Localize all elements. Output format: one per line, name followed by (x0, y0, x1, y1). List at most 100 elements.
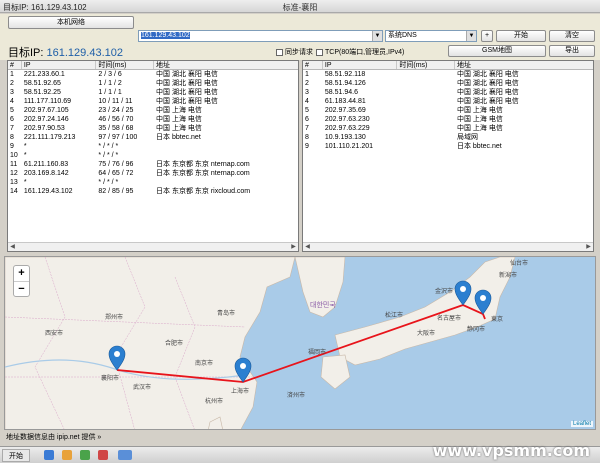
table-cell: 4 (305, 98, 309, 105)
table-row[interactable]: 13 * * / * / * (8, 178, 298, 187)
checkbox-box[interactable] (316, 48, 323, 56)
table-cell: 中国 上海 电信 (456, 116, 503, 123)
city-label: 新潟市 (499, 271, 517, 279)
table-cell: 5 (10, 107, 14, 114)
table-cell: 58.51.92.65 (23, 80, 61, 87)
table-cell: 13 (10, 179, 18, 186)
table-row[interactable]: 12 203.169.8.142 64 / 65 / 72 日本 东京都 东京 nte… (8, 169, 298, 178)
table-cell (397, 115, 455, 124)
table-cell: 10.9.193.130 (324, 134, 366, 141)
table-cell (154, 178, 298, 187)
clear-button[interactable]: 清空 (549, 30, 595, 42)
zoom-in-button[interactable]: + (14, 266, 29, 281)
table-cell: 日本 东京都 东京 rixcloud.com (156, 188, 251, 195)
table-cell: 局域网 (456, 134, 478, 141)
column-header[interactable]: # (303, 61, 323, 69)
table-cell: 12 (10, 170, 18, 177)
table-row[interactable]: 9 101.110.21.201 日本 bbtec.net (303, 142, 593, 151)
local-network-button[interactable]: 本机网络 (8, 16, 134, 29)
chevron-right-icon[interactable]: ▶ (584, 243, 593, 251)
title-bar: 目标IP: 161.129.43.102 标准-襄阳 (0, 0, 600, 13)
gsm-map-button[interactable]: GSM地图 (448, 45, 546, 57)
table-row[interactable]: 6 202.97.24.146 46 / 56 / 70 中国 上海 电信 (8, 115, 298, 124)
table-row[interactable]: 11 61.211.160.83 75 / 76 / 96 日本 东京都 东京 nte… (8, 160, 298, 169)
sync-request-checkbox[interactable]: 同步请求 (276, 47, 313, 57)
column-header[interactable]: IP (22, 61, 97, 69)
column-header[interactable]: 地址 (455, 61, 593, 69)
table-cell: 203.169.8.142 (23, 170, 69, 177)
zoom-out-button[interactable]: − (14, 281, 29, 296)
chevron-right-icon[interactable]: ▶ (289, 243, 298, 251)
horizontal-scrollbar[interactable]: ◀ ▶ (303, 242, 593, 251)
table-cell: 7 (305, 125, 309, 132)
add-button[interactable]: + (481, 30, 493, 42)
table-cell: 161.129.43.102 (23, 188, 73, 195)
table-row[interactable]: 9 * * / * / * (8, 142, 298, 151)
table-cell (397, 70, 455, 79)
table-cell: 202.97.63.230 (324, 116, 370, 123)
table-row[interactable]: 10 * * / * / * (8, 151, 298, 160)
table-cell (397, 97, 455, 106)
table-header: # IP 时间(ms) 地址 (8, 61, 298, 70)
zoom-control: + − (13, 265, 30, 297)
table-row[interactable]: 1 58.51.92.118 中国 湖北 襄阳 电信 (303, 70, 593, 79)
table-cell: 2 (305, 80, 309, 87)
table-cell (397, 79, 455, 88)
chevron-down-icon[interactable]: ▼ (466, 31, 476, 41)
map-attribution[interactable]: Leaflet (570, 421, 593, 427)
table-row[interactable]: 2 58.51.92.65 1 / 1 / 2 中国 湖北 襄阳 电信 (8, 79, 298, 88)
column-header[interactable]: # (8, 61, 22, 69)
export-button[interactable]: 导出 (549, 45, 595, 57)
table-row[interactable]: 5 202.97.67.105 23 / 24 / 25 中国 上海 电信 (8, 106, 298, 115)
start-button[interactable]: 开始 (496, 30, 546, 42)
column-header[interactable]: 时间(ms) (96, 61, 155, 69)
table-row[interactable]: 7 202.97.90.53 35 / 58 / 68 中国 上海 电信 (8, 124, 298, 133)
table-row[interactable]: 6 202.97.63.230 中国 上海 电信 (303, 115, 593, 124)
dns-select[interactable]: 系统DNS ▼ (385, 30, 477, 42)
table-row[interactable]: 3 58.51.92.25 1 / 1 / 1 中国 湖北 襄阳 电信 (8, 88, 298, 97)
table-row[interactable]: 8 221.111.179.213 97 / 97 / 100 日本 bbtec.ne… (8, 133, 298, 142)
table-cell: 8 (305, 134, 309, 141)
table-row[interactable]: 4 111.177.110.69 10 / 11 / 11 中国 湖北 襄阳 电信 (8, 97, 298, 106)
horizontal-scrollbar[interactable]: ◀ ▶ (8, 242, 298, 251)
table-row[interactable]: 14 161.129.43.102 82 / 85 / 95 日本 东京都 东京 ri… (8, 187, 298, 196)
folder-icon[interactable] (62, 450, 72, 460)
table-row[interactable]: 7 202.97.63.229 中国 上海 电信 (303, 124, 593, 133)
table-cell: 中国 湖北 襄阳 电信 (456, 80, 519, 87)
table-row[interactable]: 2 58.51.94.126 中国 湖北 襄阳 电信 (303, 79, 593, 88)
start-menu-button[interactable]: 开始 (2, 449, 30, 462)
table-cell: 75 / 76 / 96 (98, 161, 134, 168)
land-china (5, 257, 296, 429)
table-row[interactable]: 3 58.51.94.6 中国 湖北 襄阳 电信 (303, 88, 593, 97)
chevron-left-icon[interactable]: ◀ (8, 243, 17, 251)
column-header[interactable]: 时间(ms) (397, 61, 455, 69)
app-icon[interactable] (98, 450, 108, 460)
explorer-icon[interactable] (44, 450, 54, 460)
city-label: 合肥市 (165, 339, 183, 347)
tcp-checkbox[interactable]: TCP(80端口,管理员,IPv4) (316, 47, 404, 57)
table-row[interactable]: 8 10.9.193.130 局域网 (303, 133, 593, 142)
besttrace-task-icon[interactable] (118, 450, 132, 460)
column-header[interactable]: IP (323, 61, 398, 69)
checkbox-box[interactable] (276, 48, 283, 56)
table-cell: 58.51.92.118 (324, 71, 366, 78)
route-map[interactable]: 襄阳市 武汉市 南京市 上海市 杭州市 青岛市 合肥市 郑州市 西安市 대한민국… (4, 256, 596, 430)
watermark: www.vpsmm.com (432, 441, 590, 460)
table-cell: 中国 湖北 襄阳 电信 (156, 89, 218, 96)
address-input[interactable]: 161.129.43.102 ▼ (138, 30, 383, 42)
table-row[interactable]: 4 61.183.44.81 中国 湖北 襄阳 电信 (303, 97, 593, 106)
table-row[interactable]: 1 221.233.60.1 2 / 3 / 6 中国 湖北 襄阳 电信 (8, 70, 298, 79)
table-cell: 中国 上海 电信 (156, 116, 202, 123)
target-ip-label: 目标IP: (8, 47, 44, 59)
table-row[interactable]: 5 202.97.35.69 中国 上海 电信 (303, 106, 593, 115)
chevron-down-icon[interactable]: ▼ (372, 31, 382, 41)
city-label: 南京市 (195, 359, 213, 367)
table-header: # IP 时间(ms) 地址 (303, 61, 593, 70)
chevron-left-icon[interactable]: ◀ (303, 243, 312, 251)
table-cell: 35 / 58 / 68 (98, 125, 134, 132)
table-cell (397, 106, 455, 115)
table-cell: 10 / 11 / 11 (98, 98, 133, 105)
column-header[interactable]: 地址 (154, 61, 298, 69)
map-canvas[interactable]: 襄阳市 武汉市 南京市 上海市 杭州市 青岛市 合肥市 郑州市 西安市 대한민국… (5, 257, 596, 430)
media-icon[interactable] (80, 450, 90, 460)
